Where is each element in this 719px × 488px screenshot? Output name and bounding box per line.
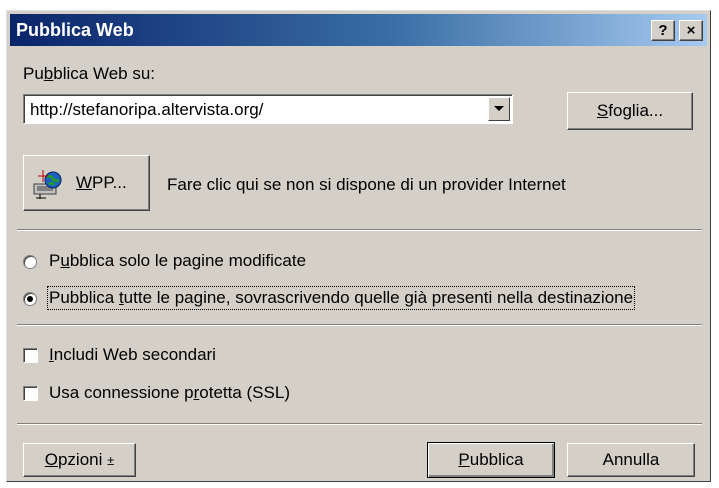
publish-url-combobox[interactable]: http://stefanoripa.altervista.org/ — [23, 94, 513, 124]
publish-to-label: Pubblica Web su: — [23, 64, 155, 83]
separator-bottom — [17, 423, 702, 425]
publish-button[interactable]: Pubblica — [427, 442, 555, 478]
include-subwebs-checkbox[interactable] — [23, 348, 38, 363]
cancel-button[interactable]: Annulla — [567, 443, 695, 477]
separator-middle — [17, 324, 702, 326]
dropdown-arrow-icon[interactable] — [488, 97, 510, 121]
wpp-button[interactable]: WPP... — [23, 155, 150, 211]
radio-publish-changed[interactable] — [23, 255, 37, 269]
ssl-label[interactable]: Usa connessione protetta (SSL) — [49, 383, 290, 403]
window-title: Pubblica Web — [16, 20, 134, 40]
radio-publish-changed-label[interactable]: Pubblica solo le pagine modificate — [49, 251, 306, 271]
close-button[interactable]: × — [679, 20, 703, 41]
radio-publish-all[interactable] — [23, 292, 37, 306]
globe-computer-icon — [32, 168, 64, 200]
browse-button[interactable]: Sfoglia... — [567, 92, 693, 130]
publish-web-dialog: Pubblica Web ? × Pubblica Web su: http:/… — [6, 10, 711, 482]
options-button[interactable]: Opzioni ± — [23, 443, 136, 477]
wpp-button-label: WPP... — [76, 173, 127, 192]
include-subwebs-label[interactable]: Includi Web secondari — [49, 345, 216, 365]
ssl-checkbox[interactable] — [23, 386, 38, 401]
expand-arrow-icon: ± — [107, 453, 115, 468]
publish-url-value[interactable]: http://stefanoripa.altervista.org/ — [30, 100, 263, 120]
wpp-description: Fare clic qui se non si dispone di un pr… — [167, 175, 566, 194]
title-bar[interactable]: Pubblica Web ? × — [10, 14, 707, 46]
radio-publish-all-label[interactable]: Pubblica tutte le pagine, sovrascrivendo… — [46, 286, 636, 310]
separator-top — [17, 229, 702, 231]
help-button[interactable]: ? — [651, 20, 675, 41]
